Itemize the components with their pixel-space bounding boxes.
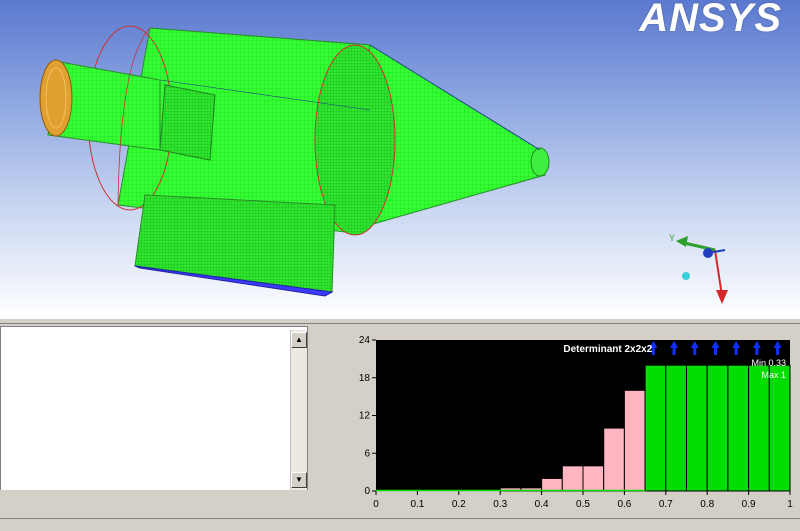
y-tick-label: 6 bbox=[364, 448, 370, 459]
x-tick-label: 0.6 bbox=[617, 499, 631, 510]
y-tick-label: 12 bbox=[359, 411, 371, 422]
x-tick-label: 0 bbox=[373, 499, 379, 510]
scroll-down-icon[interactable]: ▼ bbox=[291, 472, 307, 488]
overflow-arrow-shaft bbox=[776, 347, 780, 355]
x-tick-label: 0.3 bbox=[493, 499, 507, 510]
message-log-scrollbar[interactable]: ▲ ▼ bbox=[290, 330, 307, 490]
mesh-model[interactable]: Y bbox=[0, 0, 800, 318]
graphics-viewport[interactable]: Y ANSYS bbox=[0, 0, 800, 318]
panel-splitter[interactable] bbox=[0, 318, 800, 324]
histogram-bar bbox=[603, 427, 625, 492]
histogram-bar bbox=[706, 364, 729, 492]
histogram-bar bbox=[727, 364, 750, 492]
histogram-bar bbox=[582, 465, 605, 492]
histogram-bar bbox=[665, 364, 687, 492]
histogram-bar bbox=[686, 364, 708, 492]
x-tick-label: 0.5 bbox=[576, 499, 590, 510]
scroll-up-icon[interactable]: ▲ bbox=[291, 332, 307, 348]
overflow-arrow-shaft bbox=[651, 347, 655, 355]
y-tick-label: 0 bbox=[364, 486, 370, 497]
inner-tube bbox=[159, 84, 216, 161]
x-tick-label: 1 bbox=[787, 499, 793, 510]
x-tick-label: 0.4 bbox=[535, 499, 549, 510]
chart-annotation: Min 0.33 bbox=[751, 358, 786, 368]
overflow-arrow-shaft bbox=[672, 347, 676, 355]
x-tick-label: 0.9 bbox=[742, 499, 756, 510]
histogram-bar bbox=[748, 364, 770, 492]
axis-triad-icon: Y bbox=[669, 233, 728, 304]
histogram-bar bbox=[768, 364, 791, 492]
x-tick-label: 0.8 bbox=[700, 499, 714, 510]
chart-annotation: Max 1 bbox=[761, 370, 786, 380]
ansys-logo: ANSYS bbox=[639, 0, 782, 40]
histogram-bar bbox=[623, 389, 646, 492]
histogram-bar bbox=[561, 465, 584, 492]
cone-outlet bbox=[530, 147, 550, 177]
overflow-arrow-shaft bbox=[713, 347, 717, 355]
x-tick-label: 0.7 bbox=[659, 499, 673, 510]
overflow-arrow-shaft bbox=[734, 347, 738, 355]
y-tick-label: 24 bbox=[359, 335, 371, 346]
histogram-chart: Determinant 2x2x2 Min 0.33 Max 1 0 6 12 18 24 0 0… bbox=[359, 335, 793, 510]
overflow-arrow-shaft bbox=[755, 347, 759, 355]
x-tick-label: 0.1 bbox=[410, 499, 424, 510]
mesh-metric-histogram[interactable]: Determinant 2x2x2 Min 0.33 Max 1 0 6 12 18 24 0 0… bbox=[316, 326, 800, 516]
histogram-bar bbox=[644, 364, 667, 492]
message-log[interactable] bbox=[0, 326, 308, 492]
axis-y-label: Y bbox=[669, 233, 675, 243]
inlet-face bbox=[39, 59, 73, 137]
x-tick-label: 0.2 bbox=[452, 499, 466, 510]
chart-title: Determinant 2x2x2 bbox=[563, 344, 652, 355]
overflow-arrow-shaft bbox=[693, 347, 697, 355]
message-log-footer bbox=[0, 490, 308, 498]
histogram-bar bbox=[541, 477, 563, 492]
y-tick-label: 18 bbox=[359, 373, 371, 384]
inlet-box bbox=[134, 194, 336, 293]
status-bar bbox=[0, 518, 800, 531]
